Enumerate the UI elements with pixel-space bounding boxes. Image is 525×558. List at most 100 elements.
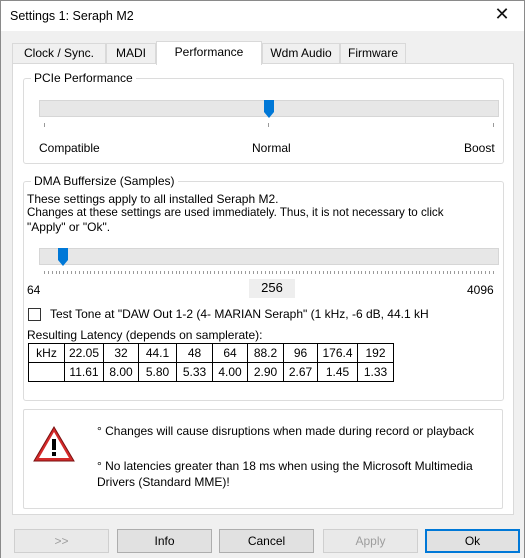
tick [466, 271, 467, 274]
tick [396, 271, 397, 274]
latency-value-row: 11.61 8.00 5.80 5.33 4.00 2.90 2.67 1.45… [28, 362, 394, 382]
tick [439, 271, 440, 274]
tick [63, 271, 64, 274]
tick [90, 271, 91, 274]
table-cell: 48 [176, 343, 213, 363]
tab-firmware[interactable]: Firmware [340, 43, 406, 64]
tick [156, 271, 157, 274]
tick [83, 271, 84, 274]
tick [373, 271, 374, 274]
tick [377, 271, 378, 274]
settings-dialog: Settings 1: Seraph M2 ✕ Clock / Sync. MA… [0, 0, 525, 558]
tick [404, 271, 405, 274]
table-cell: 4.00 [212, 362, 248, 382]
dma-slider-track[interactable] [39, 248, 499, 266]
table-cell [28, 362, 65, 382]
tick [44, 271, 45, 274]
tick [280, 271, 281, 274]
tab-performance[interactable]: Performance [156, 41, 262, 65]
tick [334, 271, 335, 274]
tick [98, 271, 99, 274]
pcie-label-normal: Normal [252, 141, 291, 155]
tick [141, 271, 142, 274]
cancel-button[interactable]: Cancel [219, 529, 314, 553]
tick [261, 271, 262, 274]
tick [412, 271, 413, 274]
warning-line1: ° Changes will cause disruptions when ma… [97, 424, 474, 438]
more-button[interactable]: >> [14, 529, 109, 553]
table-cell: 5.33 [176, 362, 213, 382]
tick [284, 271, 285, 274]
tick [419, 271, 420, 274]
tick [79, 271, 80, 274]
tick [67, 271, 68, 274]
table-cell: 2.67 [283, 362, 318, 382]
tick [330, 271, 331, 274]
tick [392, 271, 393, 274]
table-cell: 192 [357, 343, 394, 363]
tick [427, 271, 428, 274]
table-cell: 5.80 [138, 362, 177, 382]
tick [268, 123, 269, 127]
tick [75, 271, 76, 274]
info-button[interactable]: Info [117, 529, 212, 553]
tick [133, 271, 134, 274]
tick [481, 271, 482, 274]
tick [160, 271, 161, 274]
tick [276, 271, 277, 274]
tick [470, 271, 471, 274]
apply-button[interactable]: Apply [323, 529, 418, 553]
tick [241, 271, 242, 274]
latency-title: Resulting Latency (depends on samplerate… [27, 328, 263, 342]
test-tone-label: Test Tone at "DAW Out 1-2 (4- MARIAN Ser… [50, 307, 429, 321]
tab-wdm-audio[interactable]: Wdm Audio [262, 43, 340, 64]
table-cell: 88.2 [247, 343, 284, 363]
table-cell: 22.05 [64, 343, 104, 363]
tick [350, 271, 351, 274]
tick [358, 271, 359, 274]
warning-triangle-icon [33, 426, 75, 462]
tick [296, 271, 297, 274]
tab-clock-sync[interactable]: Clock / Sync. [12, 43, 106, 64]
tick [303, 271, 304, 274]
table-cell: 2.90 [247, 362, 284, 382]
tick [179, 271, 180, 274]
ok-button[interactable]: Ok [425, 529, 520, 553]
pcie-label-compatible: Compatible [39, 141, 100, 155]
tick [137, 271, 138, 274]
tick [125, 271, 126, 274]
tick [292, 271, 293, 274]
pcie-label-boost: Boost [464, 141, 495, 155]
pcie-slider-track[interactable] [39, 100, 499, 118]
tick [361, 271, 362, 274]
warning-line2b: Drivers (Standard MME)! [97, 475, 230, 489]
pcie-performance-legend: PCIe Performance [31, 71, 136, 85]
tick [59, 271, 60, 274]
warning-line2a: ° No latencies greater than 18 ms when u… [97, 459, 473, 473]
tick [315, 271, 316, 274]
tick [269, 271, 270, 274]
tab-madi[interactable]: MADI [106, 43, 156, 64]
table-cell: 32 [103, 343, 139, 363]
pcie-performance-group: PCIe Performance Compatible Normal Boost [23, 71, 504, 164]
test-tone-checkbox[interactable] [28, 308, 41, 321]
pcie-slider-ticks [39, 123, 499, 127]
tick [121, 271, 122, 274]
tick [346, 271, 347, 274]
tick [454, 271, 455, 274]
pcie-slider-thumb[interactable] [264, 100, 274, 118]
close-button[interactable]: ✕ [480, 1, 524, 31]
tick [110, 271, 111, 274]
tick [435, 271, 436, 274]
tick [191, 271, 192, 274]
tick [423, 271, 424, 274]
dma-slider-thumb[interactable] [58, 248, 68, 266]
tick [443, 271, 444, 274]
dma-buffersize-legend: DMA Buffersize (Samples) [31, 174, 178, 188]
tick [149, 271, 150, 274]
tick [210, 271, 211, 274]
tick [187, 271, 188, 274]
dma-description-line1: These settings apply to all installed Se… [27, 192, 279, 206]
tick [485, 271, 486, 274]
tick [245, 271, 246, 274]
